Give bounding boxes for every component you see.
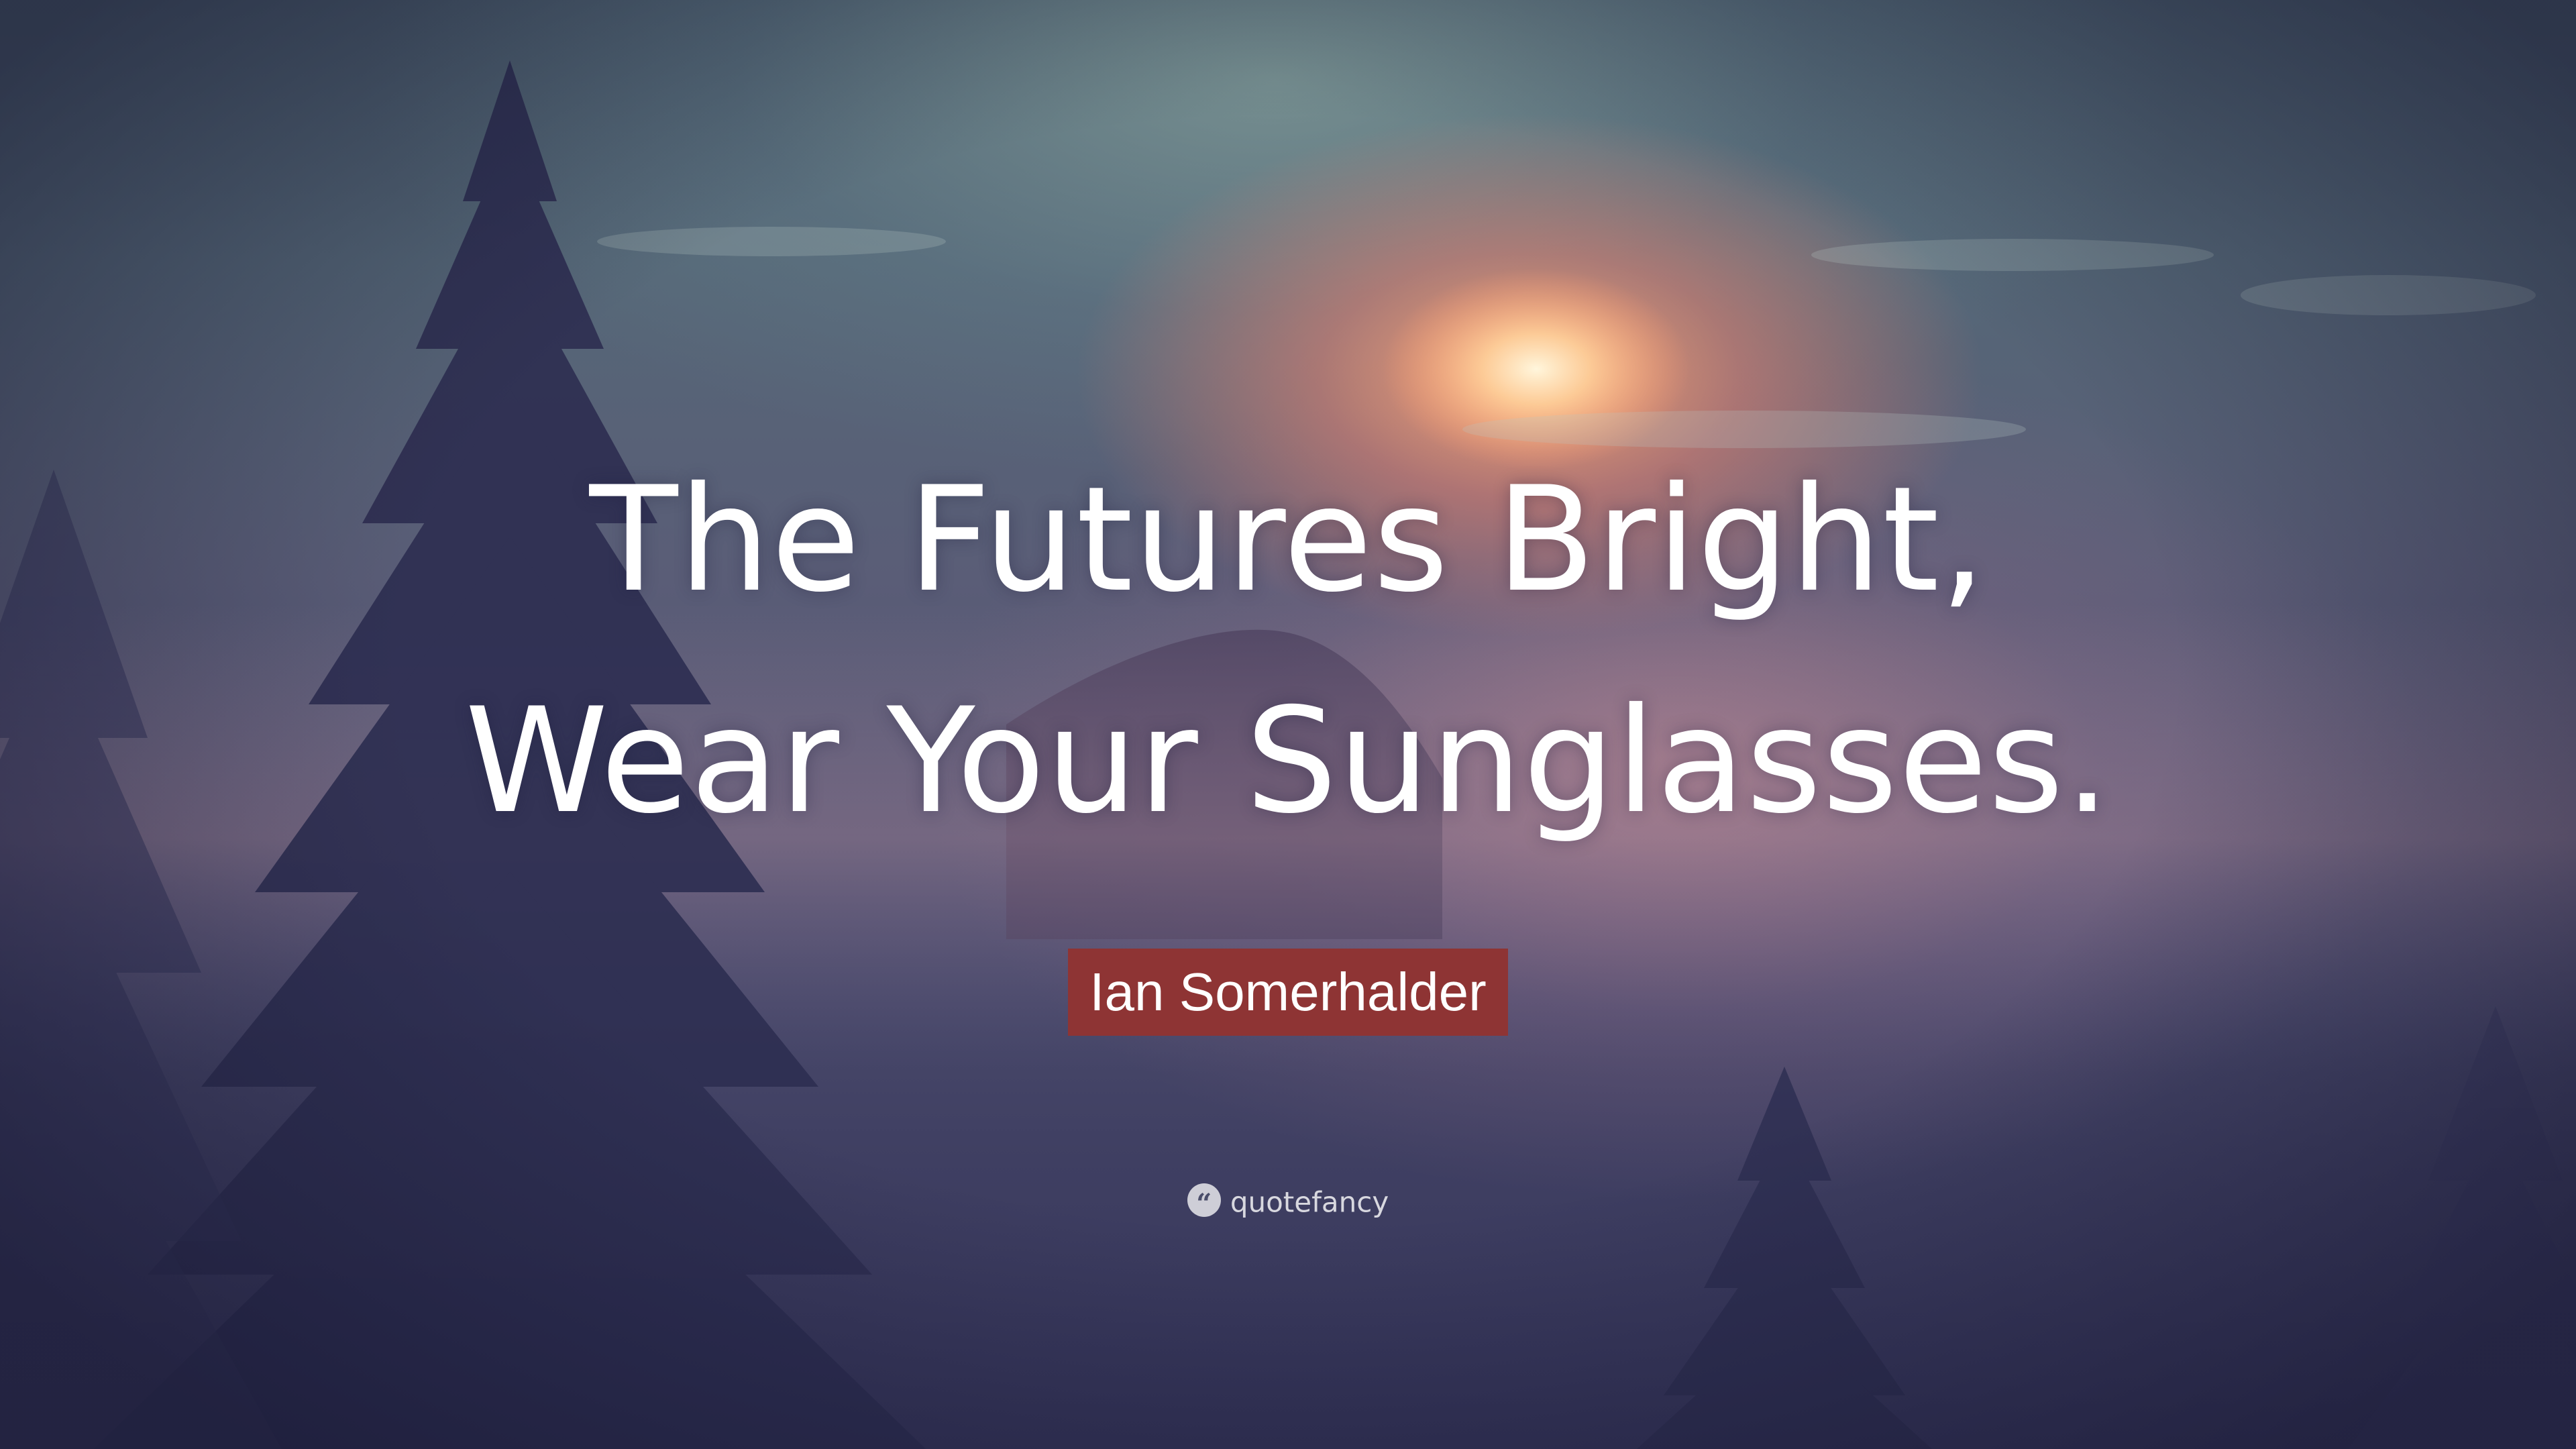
quote-line-1: The Futures Bright, xyxy=(589,455,1987,624)
brand-name: quotefancy xyxy=(1230,1185,1389,1219)
quote-line-2: Wear Your Sunglasses. xyxy=(465,677,2111,845)
brand-watermark: “ quotefancy xyxy=(0,1181,2576,1223)
background-photo: The Futures Bright, Wear Your Sunglasses… xyxy=(0,0,2576,1449)
quote-text: The Futures Bright, Wear Your Sunglasses… xyxy=(0,429,2576,872)
author-container: Ian Somerhalder xyxy=(0,949,2576,1036)
pine-tree-right xyxy=(1637,1067,1932,1449)
author-badge: Ian Somerhalder xyxy=(1068,949,1508,1036)
quote-marks-icon: “ xyxy=(1187,1183,1221,1220)
